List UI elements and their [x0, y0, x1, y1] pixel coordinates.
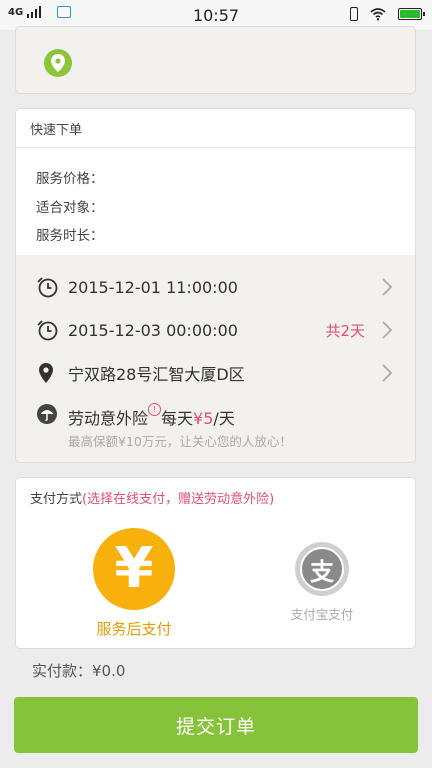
alipay-icon[interactable]: 支 — [295, 542, 349, 596]
start-time-row[interactable]: 2015-12-01 11:00:00 — [16, 269, 415, 305]
start-time-text: 2015-12-01 11:00:00 — [68, 277, 238, 297]
alipay-label: 支付宝支付 — [290, 607, 354, 622]
insurance-unit: /天 — [213, 409, 235, 428]
submit-order-button[interactable]: 提交订单 — [14, 697, 418, 753]
chevron-right-icon — [382, 364, 393, 382]
payment-title-text: 支付方式 — [30, 492, 83, 507]
yen-icon[interactable]: ¥ — [93, 528, 175, 610]
alipay-symbol: 支 — [300, 547, 344, 591]
alipay-option[interactable]: 支 支付宝支付 — [267, 542, 377, 623]
end-time-row[interactable]: 2015-12-03 00:00:00 共2天 — [16, 312, 415, 348]
address-text: 宁双路28号汇智大厦D区 — [68, 365, 245, 384]
service-duration-label: 服务时长： — [36, 228, 104, 244]
insurance-per-day: 每天 — [161, 409, 194, 428]
location-pin-icon[interactable] — [44, 49, 72, 77]
vibrate-icon — [350, 7, 358, 21]
total-days: 共2天 — [325, 321, 365, 340]
chevron-right-icon — [382, 321, 393, 339]
order-card-title: 快速下单 — [30, 123, 83, 138]
insurance-name: 劳动意外险 — [68, 409, 149, 428]
address-row[interactable]: 宁双路28号汇智大厦D区 — [16, 355, 415, 391]
amount-paid: 实付款：¥0.0 — [32, 662, 126, 680]
payment-title: 支付方式(选择在线支付，赠送劳动意外险) — [30, 488, 274, 507]
divider — [16, 147, 415, 148]
insurance-note: 最高保额¥10万元，让关心您的人放心！ — [68, 434, 292, 449]
wifi-icon — [370, 8, 386, 21]
pay-after-service-label: 服务后支付 — [96, 620, 172, 638]
pay-after-service-option[interactable]: ¥ 服务后支付 — [74, 528, 194, 639]
clock-icon — [37, 320, 58, 341]
battery-icon — [398, 8, 425, 20]
umbrella-icon — [37, 404, 57, 424]
alert-icon[interactable]: ! — [148, 403, 162, 416]
clock-icon — [37, 277, 58, 298]
service-price-label: 服务价格： — [36, 171, 104, 187]
insurance-line[interactable]: 劳动意外险! 每天¥5/天 — [68, 403, 235, 429]
insurance-price: ¥5 — [193, 409, 214, 428]
location-card — [15, 26, 416, 94]
payment-title-note: (选择在线支付，赠送劳动意外险) — [82, 492, 275, 507]
end-time-text: 2015-12-03 00:00:00 — [68, 320, 238, 340]
location-pin-icon — [39, 363, 53, 383]
status-right — [350, 7, 425, 21]
payment-card: 支付方式(选择在线支付，赠送劳动意外险) ¥ 服务后支付 支 支付宝支付 — [15, 477, 416, 649]
service-target-label: 适合对象： — [36, 200, 104, 216]
quick-order-card: 快速下单 服务价格： 适合对象： 服务时长： 2015-12-01 11:00:… — [15, 108, 416, 463]
chevron-right-icon — [382, 278, 393, 296]
